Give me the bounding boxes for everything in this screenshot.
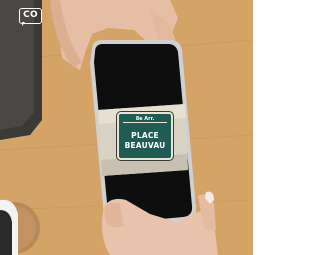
sign-line-1: PLACE xyxy=(131,131,159,140)
sign-line-2: BEAUVAU xyxy=(124,141,166,150)
sign-divider xyxy=(123,122,167,123)
photo-scene: 8e Arr. PLACE BEAUVAU CO xyxy=(0,0,253,255)
watermark-badge-tail xyxy=(22,22,25,26)
street-sign-place-beauvau: 8e Arr. PLACE BEAUVAU xyxy=(117,112,173,160)
